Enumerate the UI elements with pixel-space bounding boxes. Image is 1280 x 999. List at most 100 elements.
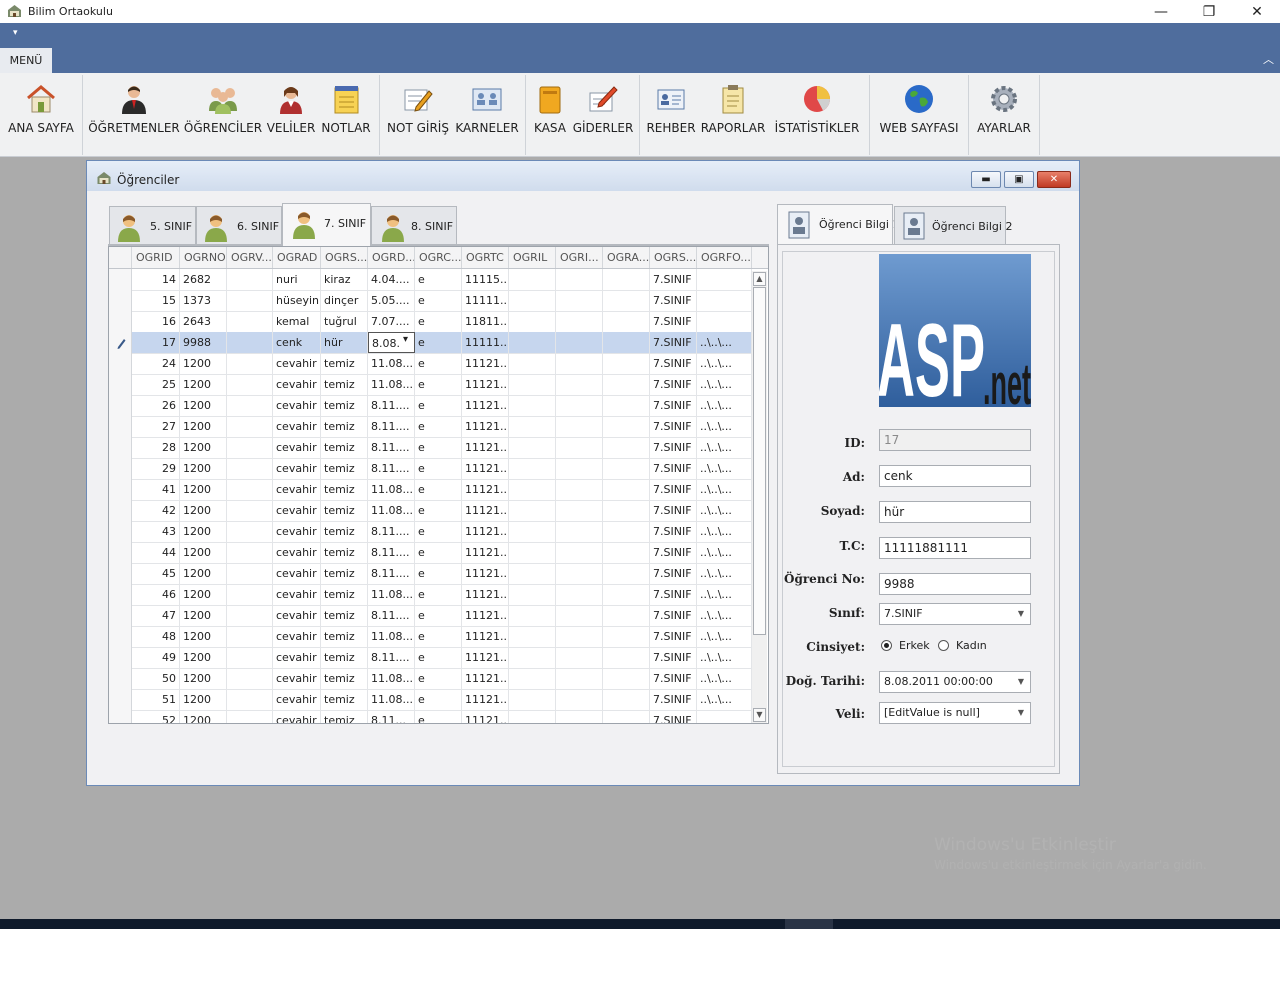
table-cell[interactable]: 14	[132, 269, 180, 290]
column-header[interactable]: OGRID	[132, 247, 180, 268]
table-cell[interactable]: 7.SINIF	[650, 605, 697, 626]
table-cell[interactable]: 26	[132, 395, 180, 416]
table-cell[interactable]	[556, 290, 603, 311]
table-cell[interactable]: ..\..\...	[697, 395, 752, 416]
column-header[interactable]: OGRA...	[603, 247, 650, 268]
row-indicator[interactable]	[109, 374, 132, 395]
table-cell[interactable]: 7.SINIF	[650, 647, 697, 668]
table-row[interactable]: 44 1200 cevahir temiz 8.11.... e 11121... 7.SIN…	[109, 542, 752, 564]
table-cell[interactable]: 11121...	[462, 542, 509, 563]
child-maximize-button[interactable]: ▣	[1004, 171, 1034, 188]
table-cell[interactable]	[227, 542, 273, 563]
column-header[interactable]: OGRV...	[227, 247, 273, 268]
table-cell[interactable]: 8.11....	[368, 437, 415, 458]
table-cell[interactable]: ..\..\...	[697, 374, 752, 395]
table-cell[interactable]: 11.08...	[368, 689, 415, 710]
table-cell[interactable]: cevahir	[273, 437, 321, 458]
table-row[interactable]: 28 1200 cevahir temiz 8.11.... e 11121... 7.SIN…	[109, 437, 752, 459]
table-cell[interactable]	[509, 332, 556, 353]
table-cell[interactable]: temiz	[321, 584, 368, 605]
row-indicator[interactable]	[109, 542, 132, 563]
table-cell[interactable]: 1200	[180, 374, 227, 395]
table-row[interactable]: 24 1200 cevahir temiz 11.08... e 11121... 7.SIN…	[109, 353, 752, 375]
table-cell[interactable]: cevahir	[273, 479, 321, 500]
table-cell[interactable]	[603, 290, 650, 311]
table-cell[interactable]: e	[415, 500, 462, 521]
table-cell[interactable]	[603, 605, 650, 626]
table-cell[interactable]: 1200	[180, 647, 227, 668]
table-cell[interactable]: cevahir	[273, 458, 321, 479]
table-cell[interactable]: 11121...	[462, 416, 509, 437]
table-cell[interactable]	[603, 374, 650, 395]
table-cell[interactable]: ..\..\...	[697, 437, 752, 458]
first-name-field[interactable]: cenk	[879, 465, 1031, 487]
table-cell[interactable]: e	[415, 605, 462, 626]
table-cell[interactable]	[603, 647, 650, 668]
table-row[interactable]: 47 1200 cevahir temiz 8.11.... e 11121... 7.SIN…	[109, 605, 752, 627]
chevron-down-icon[interactable]: ▼	[1014, 674, 1028, 690]
table-cell[interactable]: 1200	[180, 500, 227, 521]
table-cell[interactable]: e	[415, 710, 462, 723]
table-cell[interactable]: e	[415, 353, 462, 374]
table-cell[interactable]	[603, 479, 650, 500]
table-cell[interactable]: 11121...	[462, 395, 509, 416]
table-cell[interactable]	[556, 563, 603, 584]
table-cell[interactable]: 11.08...	[368, 374, 415, 395]
table-cell[interactable]	[603, 626, 650, 647]
table-cell[interactable]: e	[415, 626, 462, 647]
column-header[interactable]: OGRTC	[462, 247, 509, 268]
row-indicator[interactable]	[109, 647, 132, 668]
table-cell[interactable]	[509, 437, 556, 458]
table-cell[interactable]	[227, 521, 273, 542]
table-cell[interactable]	[603, 269, 650, 290]
ribbon-cashbox-button[interactable]: KASA	[530, 79, 570, 145]
row-indicator[interactable]	[109, 500, 132, 521]
table-cell[interactable]: 7.SINIF	[650, 332, 697, 353]
table-cell[interactable]: 8.11....	[368, 458, 415, 479]
table-cell[interactable]: 7.SINIF	[650, 311, 697, 332]
table-cell[interactable]: ..\..\...	[697, 647, 752, 668]
chevron-down-icon[interactable]: ▼	[1014, 705, 1028, 721]
table-cell[interactable]: hüseyin	[273, 290, 321, 311]
table-cell[interactable]: cevahir	[273, 668, 321, 689]
table-cell[interactable]: 11811...	[462, 311, 509, 332]
table-cell[interactable]: ..\..\...	[697, 605, 752, 626]
table-cell[interactable]: 11121...	[462, 353, 509, 374]
table-cell[interactable]	[227, 458, 273, 479]
table-cell[interactable]: 52	[132, 710, 180, 723]
table-cell[interactable]: e	[415, 374, 462, 395]
table-cell[interactable]: ..\..\...	[697, 416, 752, 437]
table-cell[interactable]	[509, 584, 556, 605]
table-cell[interactable]	[603, 563, 650, 584]
table-cell[interactable]: cevahir	[273, 395, 321, 416]
table-cell[interactable]	[556, 395, 603, 416]
table-cell[interactable]: 15	[132, 290, 180, 311]
ribbon-home-button[interactable]: ANA SAYFA	[4, 79, 78, 145]
table-cell[interactable]: temiz	[321, 500, 368, 521]
table-cell[interactable]: 7.SINIF	[650, 521, 697, 542]
table-cell[interactable]: 7.SINIF	[650, 458, 697, 479]
table-cell[interactable]	[556, 311, 603, 332]
table-cell[interactable]	[227, 668, 273, 689]
table-cell[interactable]	[556, 710, 603, 723]
table-cell[interactable]	[227, 626, 273, 647]
table-cell[interactable]	[509, 458, 556, 479]
row-indicator[interactable]	[109, 458, 132, 479]
table-cell[interactable]	[603, 353, 650, 374]
table-cell[interactable]: e	[415, 563, 462, 584]
table-cell[interactable]	[556, 584, 603, 605]
table-cell[interactable]	[227, 647, 273, 668]
minimize-button[interactable]: —	[1138, 2, 1184, 22]
table-row[interactable]: 25 1200 cevahir temiz 11.08... e 11121... 7.SIN…	[109, 374, 752, 396]
table-cell[interactable]: 11121...	[462, 689, 509, 710]
ribbon-teachers-button[interactable]: ÖĞRETMENLER	[88, 79, 180, 145]
ribbon-reports-button[interactable]: RAPORLAR	[700, 79, 766, 145]
table-cell[interactable]: 50	[132, 668, 180, 689]
table-cell[interactable]: 11121...	[462, 374, 509, 395]
table-cell[interactable]	[603, 458, 650, 479]
tab-student-info-1[interactable]: Öğrenci Bilgi 1	[777, 204, 899, 245]
column-header[interactable]: OGRC...	[415, 247, 462, 268]
table-cell[interactable]: 1200	[180, 353, 227, 374]
table-cell[interactable]	[556, 626, 603, 647]
id-field[interactable]: 17	[879, 429, 1031, 451]
